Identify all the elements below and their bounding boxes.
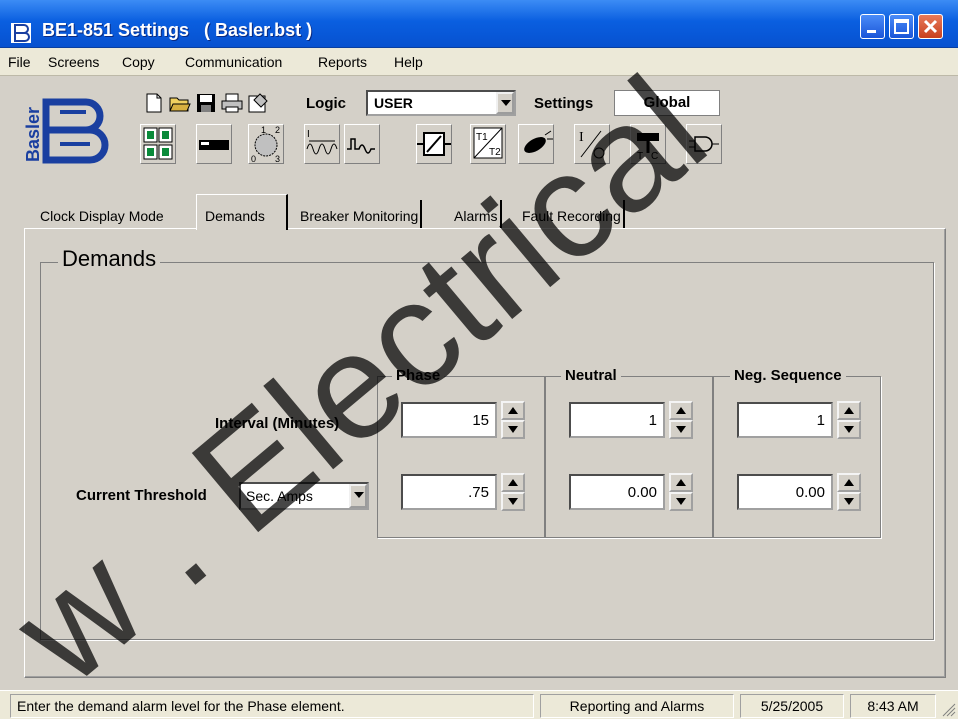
menu-file[interactable]: File bbox=[8, 54, 31, 70]
chevron-down-icon[interactable] bbox=[349, 484, 367, 508]
tab-demands[interactable]: Demands bbox=[196, 194, 288, 230]
open-icon[interactable] bbox=[168, 92, 192, 114]
menu-communication[interactable]: Communication bbox=[185, 54, 282, 70]
voltage-icon[interactable]: I bbox=[574, 124, 610, 164]
tab-breaker-monitoring[interactable]: Breaker Monitoring bbox=[300, 200, 423, 228]
phase-header: Phase bbox=[392, 367, 445, 384]
properties-icon[interactable] bbox=[246, 92, 270, 114]
menu-bar: File Screens Copy Communication Reports … bbox=[0, 48, 958, 76]
chevron-down-icon[interactable] bbox=[496, 92, 514, 114]
neutral-interval-input[interactable]: 1 bbox=[569, 402, 665, 438]
spin-down-icon[interactable] bbox=[669, 492, 693, 511]
threshold-label: Current Threshold bbox=[76, 487, 207, 504]
close-icon bbox=[923, 19, 938, 34]
tab-alarms[interactable]: Alarms bbox=[454, 200, 502, 228]
svg-text:T2: T2 bbox=[489, 147, 501, 158]
phase-rotation-icon[interactable]: 12 0 3 bbox=[248, 124, 284, 164]
menu-help[interactable]: Help bbox=[394, 54, 423, 70]
resize-grip-icon[interactable] bbox=[940, 701, 956, 717]
svg-text:T: T bbox=[637, 151, 643, 162]
tab-fault-recording[interactable]: Fault Recording bbox=[522, 200, 625, 228]
menu-screens[interactable]: Screens bbox=[48, 54, 99, 70]
neg-sequence-threshold-spinner[interactable] bbox=[837, 473, 861, 511]
spin-down-icon[interactable] bbox=[837, 420, 861, 439]
tc-icon[interactable]: TC bbox=[630, 124, 666, 164]
neutral-header: Neutral bbox=[561, 367, 621, 384]
transformer-icon[interactable] bbox=[416, 124, 452, 164]
neg-sequence-interval-input[interactable]: 1 bbox=[737, 402, 833, 438]
waveform-icon[interactable] bbox=[344, 124, 380, 164]
logic-label: Logic bbox=[306, 95, 346, 112]
basler-logo: Basler bbox=[23, 98, 109, 164]
status-date: 5/25/2005 bbox=[740, 694, 844, 718]
svg-text:0: 0 bbox=[251, 154, 256, 163]
svg-text:1: 1 bbox=[261, 125, 266, 135]
print-icon[interactable] bbox=[220, 92, 244, 114]
svg-text:T1: T1 bbox=[476, 132, 488, 143]
spin-up-icon[interactable] bbox=[501, 401, 525, 420]
phase-interval-input[interactable]: 15 bbox=[401, 402, 497, 438]
svg-text:C: C bbox=[651, 151, 658, 162]
menu-reports[interactable]: Reports bbox=[318, 54, 367, 70]
spin-down-icon[interactable] bbox=[669, 420, 693, 439]
spin-down-icon[interactable] bbox=[837, 492, 861, 511]
neutral-threshold-spinner[interactable] bbox=[669, 473, 693, 511]
spin-up-icon[interactable] bbox=[837, 401, 861, 420]
svg-text:I: I bbox=[579, 130, 584, 145]
neg-sequence-header: Neg. Sequence bbox=[730, 367, 846, 384]
app-icon bbox=[11, 23, 31, 43]
maximize-icon bbox=[894, 19, 909, 34]
logic-select[interactable]: USER bbox=[366, 90, 516, 116]
close-button[interactable] bbox=[918, 14, 943, 39]
demands-title: Demands bbox=[58, 246, 161, 272]
minimize-icon bbox=[867, 30, 876, 33]
interval-label: Interval (Minutes) bbox=[215, 415, 340, 432]
phase-interval-spinner[interactable] bbox=[501, 401, 525, 439]
neutral-interval-spinner[interactable] bbox=[669, 401, 693, 439]
ct-ratio-icon[interactable]: T1 T2 bbox=[470, 124, 506, 164]
breaker-icon[interactable] bbox=[518, 124, 554, 164]
logic-value: USER bbox=[374, 95, 413, 111]
spin-down-icon[interactable] bbox=[501, 420, 525, 439]
phase-threshold-spinner[interactable] bbox=[501, 473, 525, 511]
svg-text:2: 2 bbox=[275, 125, 280, 135]
window-title: BE1-851 Settings ( Basler.bst ) bbox=[42, 20, 313, 40]
neg-sequence-interval-spinner[interactable] bbox=[837, 401, 861, 439]
spin-down-icon[interactable] bbox=[501, 492, 525, 511]
status-section: Reporting and Alarms bbox=[540, 694, 734, 718]
settings-label: Settings bbox=[534, 95, 594, 112]
svg-text:I: I bbox=[307, 129, 310, 140]
overcurrent-icon[interactable]: I bbox=[304, 124, 340, 164]
maximize-button[interactable] bbox=[889, 14, 914, 39]
spin-up-icon[interactable] bbox=[669, 401, 693, 420]
spin-up-icon[interactable] bbox=[501, 473, 525, 492]
tab-clock-display-mode[interactable]: Clock Display Mode bbox=[40, 200, 164, 228]
save-icon[interactable] bbox=[194, 92, 218, 114]
svg-text:3: 3 bbox=[275, 154, 280, 163]
grid-icon[interactable] bbox=[140, 124, 176, 164]
title-bar: BE1-851 Settings ( Basler.bst ) bbox=[0, 0, 958, 48]
neg-sequence-threshold-input[interactable]: 0.00 bbox=[737, 474, 833, 510]
logic-gate-icon[interactable] bbox=[686, 124, 722, 164]
status-time: 8:43 AM bbox=[850, 694, 936, 718]
status-bar: Enter the demand alarm level for the Pha… bbox=[0, 690, 958, 719]
neutral-threshold-input[interactable]: 0.00 bbox=[569, 474, 665, 510]
svg-text:Basler: Basler bbox=[23, 107, 43, 162]
spin-up-icon[interactable] bbox=[669, 473, 693, 492]
threshold-unit-select[interactable]: Sec. Amps bbox=[239, 482, 369, 510]
minimize-button[interactable] bbox=[860, 14, 885, 39]
threshold-unit-value: Sec. Amps bbox=[246, 488, 313, 504]
menu-copy[interactable]: Copy bbox=[122, 54, 155, 70]
relay-card-icon[interactable] bbox=[196, 124, 232, 164]
status-message: Enter the demand alarm level for the Pha… bbox=[10, 694, 534, 718]
spin-up-icon[interactable] bbox=[837, 473, 861, 492]
settings-value: Global bbox=[614, 90, 720, 116]
phase-threshold-input[interactable]: .75 bbox=[401, 474, 497, 510]
new-icon[interactable] bbox=[142, 92, 166, 114]
